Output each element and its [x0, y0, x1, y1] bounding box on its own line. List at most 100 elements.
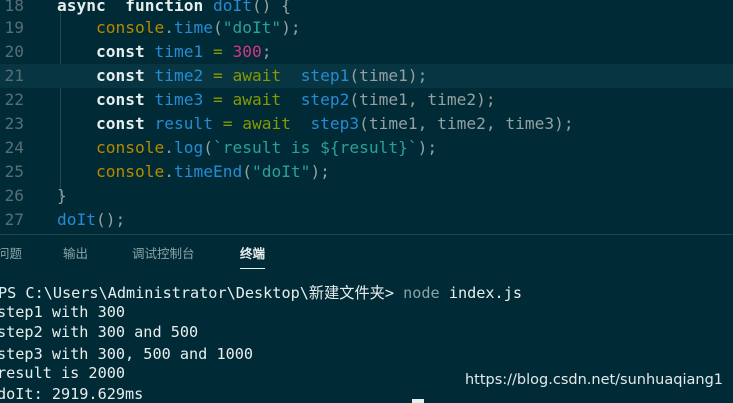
- code-token: .: [164, 162, 174, 181]
- terminal-output-line: doIt: 2919.629ms: [0, 385, 144, 403]
- code-token: );: [417, 138, 438, 157]
- code-token: =: [212, 42, 223, 61]
- terminal-output-line: step1 with 300: [0, 303, 126, 321]
- code-token: (time1);: [349, 66, 428, 85]
- code-token: (: [242, 162, 252, 181]
- code-line[interactable]: 25 console.timeEnd("doIt");: [0, 160, 733, 184]
- code-token: 300: [232, 42, 262, 61]
- code-token: const: [95, 90, 145, 109]
- line-number: 26: [4, 186, 25, 205]
- code-text: doIt();: [57, 208, 125, 232]
- line-number: 20: [4, 42, 25, 61]
- code-text: console.timeEnd("doIt");: [57, 160, 330, 184]
- code-token: () {: [251, 0, 291, 15]
- code-line[interactable]: 27 doIt();: [0, 208, 733, 232]
- tab-terminal[interactable]: 终端: [240, 235, 266, 273]
- code-token: time2: [154, 66, 204, 85]
- tab-problems[interactable]: 问题: [0, 235, 22, 273]
- code-line[interactable]: 26}: [0, 184, 733, 208]
- code-token: const: [95, 66, 145, 85]
- line-number: 27: [4, 210, 25, 229]
- code-text: const time3 = await step2(time1, time2);: [57, 88, 496, 112]
- code-token: step2: [300, 90, 350, 109]
- code-token: await: [242, 114, 291, 133]
- code-line[interactable]: 22 const time3 = await step2(time1, time…: [0, 88, 733, 112]
- code-token: "doIt": [251, 162, 311, 181]
- code-token: ;: [261, 42, 272, 61]
- code-token: step1: [300, 66, 350, 85]
- code-line[interactable]: 21 const time2 = await step1(time1);: [0, 64, 733, 88]
- code-token: await: [232, 90, 282, 109]
- code-token: console: [95, 138, 165, 157]
- line-number: 22: [4, 90, 25, 109]
- code-token: async: [57, 0, 106, 15]
- code-line[interactable]: 19 console.time("doIt");: [0, 16, 733, 40]
- code-line[interactable]: 23 const result = await step3(time1, tim…: [0, 112, 733, 136]
- code-token: (: [203, 138, 213, 157]
- code-token: =: [222, 114, 233, 133]
- panel-tabs: 问题 输出 调试控制台 终端: [0, 235, 733, 273]
- line-number: 24: [4, 138, 25, 157]
- code-token: time3: [154, 90, 204, 109]
- code-text: }: [57, 184, 67, 208]
- terminal-prompt: PS C:\Users\Administrator\Desktop\新建文件夹>: [0, 284, 404, 302]
- code-token: time: [173, 18, 213, 37]
- code-token: (time1, time2);: [349, 90, 496, 109]
- code-text: console.log(`result is ${result}`);: [57, 136, 437, 160]
- code-token: `result is ${result}`: [212, 138, 418, 157]
- line-number: 25: [4, 162, 25, 181]
- tab-output[interactable]: 输出: [63, 235, 88, 273]
- code-token: step3: [310, 114, 360, 133]
- code-token: const: [95, 42, 145, 61]
- terminal-command-name: node: [403, 284, 440, 302]
- code-token: .: [164, 138, 174, 157]
- code-token: console: [95, 162, 165, 181]
- code-token: (time1, time2, time3);: [359, 114, 574, 133]
- tab-debug-console[interactable]: 调试控制台: [132, 235, 195, 273]
- code-token: ();: [95, 210, 126, 229]
- code-text: const time1 = 300;: [57, 40, 271, 64]
- code-text: const result = await step3(time1, time2,…: [57, 112, 574, 136]
- terminal-command-args: index.js: [439, 284, 522, 302]
- code-line[interactable]: 20 const time1 = 300;: [0, 40, 733, 64]
- code-token: timeEnd: [173, 162, 243, 181]
- code-token: function: [125, 0, 204, 15]
- code-line[interactable]: 24 console.log(`result is ${result}`);: [0, 136, 733, 160]
- code-token: console: [95, 18, 165, 37]
- line-number: 19: [4, 18, 25, 37]
- terminal-output-line: step2 with 300 and 500: [0, 323, 199, 341]
- code-token: }: [57, 186, 67, 205]
- code-token: doIt: [57, 210, 96, 229]
- code-token: const: [95, 114, 145, 133]
- code-token: log: [173, 138, 204, 157]
- code-text: const time2 = await step1(time1);: [57, 64, 427, 88]
- code-editor[interactable]: 18 async function doIt() {19 console.time…: [0, 0, 733, 234]
- code-token: .: [164, 18, 174, 37]
- terminal-output-line: result is 2000: [0, 364, 126, 382]
- code-token: time1: [154, 42, 204, 61]
- line-number: 21: [4, 66, 25, 85]
- code-token: );: [281, 18, 301, 37]
